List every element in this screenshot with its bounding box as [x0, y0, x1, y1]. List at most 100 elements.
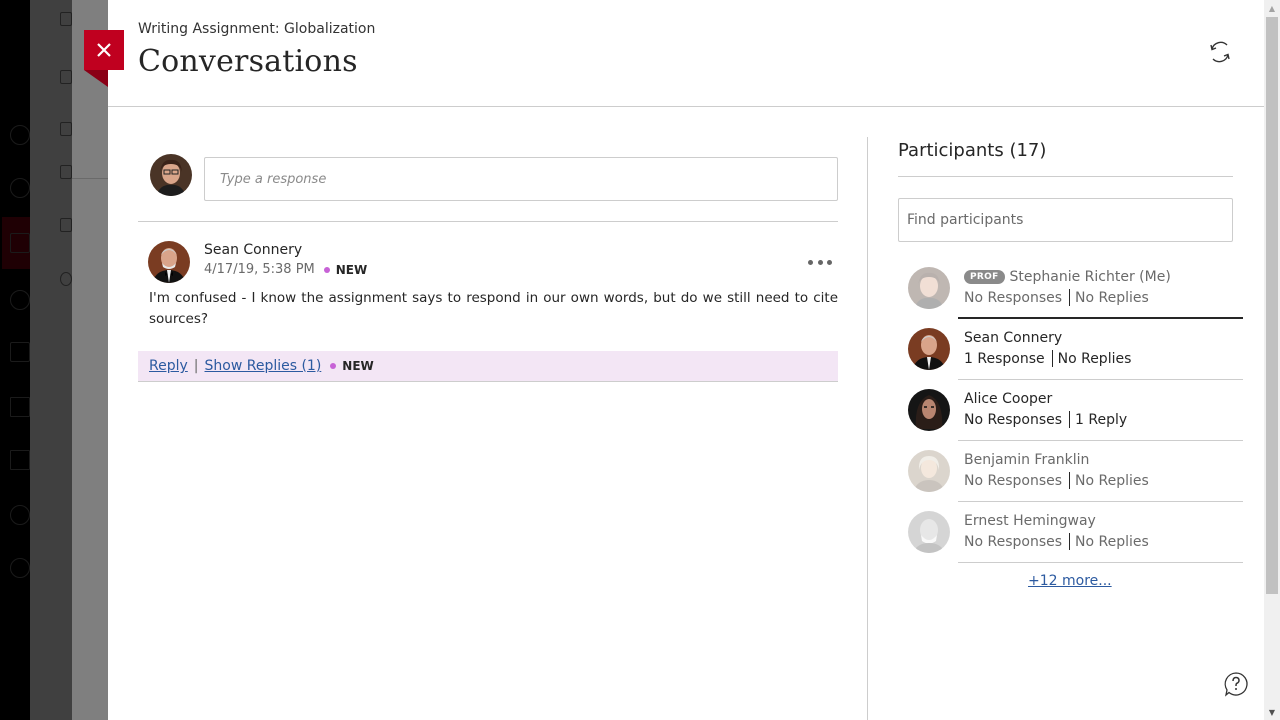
action-separator: |	[193, 358, 199, 374]
page-title: Conversations	[138, 44, 358, 79]
participant-name: Alice Cooper	[964, 391, 1053, 407]
print-icon	[60, 218, 72, 232]
more-participants-link[interactable]: +12 more...	[1028, 573, 1112, 589]
calendar-icon	[10, 342, 30, 362]
help-icon	[1224, 672, 1248, 697]
background-content	[72, 0, 108, 720]
participant-stats: 1 Response No Replies	[964, 350, 1131, 367]
participants-divider	[898, 176, 1233, 177]
participants-heading: Participants (17)	[898, 140, 1047, 161]
assignment-title: Writing Assignment: Globalization	[138, 21, 376, 37]
participants-list: PROF Stephanie Richter (Me) No Responses…	[906, 258, 1243, 563]
response-input[interactable]	[204, 157, 838, 201]
participant-name-row: Sean Connery	[964, 330, 1062, 346]
participant-avatar	[908, 389, 950, 431]
help-button[interactable]	[1223, 671, 1249, 697]
prof-badge: PROF	[964, 270, 1005, 284]
globe-icon	[10, 178, 30, 198]
participant-item[interactable]: PROF Stephanie Richter (Me) No Responses…	[906, 258, 1243, 319]
participant-replies: No Replies	[1075, 289, 1149, 306]
gradebook-icon	[60, 70, 72, 84]
participant-name: Benjamin Franklin	[964, 452, 1090, 468]
my-avatar	[150, 154, 192, 196]
composer-divider	[138, 221, 838, 222]
stats-separator	[1051, 350, 1053, 367]
discussion-icon	[60, 122, 72, 136]
scroll-up-arrow-icon[interactable]: ▲	[1264, 0, 1280, 16]
participant-responses: No Responses	[964, 289, 1063, 306]
avatar-image	[148, 241, 190, 283]
stats-separator	[1069, 289, 1071, 306]
scroll-down-arrow-icon[interactable]: ▼	[1264, 704, 1280, 720]
participant-replies: 1 Reply	[1075, 411, 1128, 428]
column-divider	[867, 137, 868, 720]
participant-replies: No Replies	[1075, 533, 1149, 550]
post-author-name: Sean Connery	[204, 242, 303, 258]
messages-icon	[10, 397, 30, 417]
avatar-image	[908, 267, 950, 309]
new-dot-icon	[323, 266, 330, 273]
participant-divider	[958, 562, 1243, 563]
participant-replies: No Replies	[1075, 472, 1149, 489]
avatar-image	[908, 389, 950, 431]
grades-icon	[10, 450, 30, 470]
participant-stats: No Responses No Replies	[964, 472, 1149, 489]
new-badge: NEW	[335, 262, 368, 277]
participant-item[interactable]: Alice Cooper No Responses 1 Reply	[906, 380, 1243, 441]
background-nav-rail	[0, 0, 30, 720]
participant-responses: No Responses	[964, 472, 1063, 489]
find-participants-input[interactable]	[898, 198, 1233, 242]
avatar-image	[908, 450, 950, 492]
refresh-button[interactable]	[1206, 38, 1234, 66]
participant-item[interactable]: Sean Connery 1 Response No Replies	[906, 319, 1243, 380]
new-dot-icon	[330, 363, 337, 369]
participant-avatar	[908, 511, 950, 553]
participant-stats: No Responses No Replies	[964, 533, 1149, 550]
eye-icon	[60, 272, 72, 286]
participant-name: Sean Connery	[964, 330, 1063, 346]
stats-separator	[1069, 472, 1071, 489]
close-button-fold	[84, 70, 108, 87]
close-icon	[97, 43, 111, 57]
stats-separator	[1069, 411, 1071, 428]
sign-out-icon	[10, 558, 30, 578]
participant-responses: No Responses	[964, 533, 1063, 550]
participant-name-row: PROF Stephanie Richter (Me)	[964, 269, 1171, 285]
participant-responses: 1 Response	[964, 350, 1045, 367]
participant-stats: No Responses No Replies	[964, 289, 1149, 306]
panel-header: Writing Assignment: Globalization Conver…	[108, 0, 1264, 107]
participant-item[interactable]: Benjamin Franklin No Responses No Replie…	[906, 441, 1243, 502]
participant-avatar	[908, 328, 950, 370]
show-replies-link[interactable]: Show Replies (1)	[205, 358, 322, 374]
post-timestamp: 4/17/19, 5:38 PM	[204, 262, 315, 277]
post-actions-bar: Reply | Show Replies (1) NEW	[138, 351, 838, 382]
post-meta: 4/17/19, 5:38 PM NEW	[204, 262, 367, 277]
avatar-image	[150, 154, 192, 196]
participant-stats: No Responses 1 Reply	[964, 411, 1127, 428]
stats-separator	[1069, 533, 1071, 550]
conversations-panel: Writing Assignment: Globalization Conver…	[108, 0, 1264, 720]
courses-icon	[10, 233, 30, 253]
close-button[interactable]	[84, 30, 124, 70]
participant-name-row: Benjamin Franklin	[964, 452, 1089, 468]
scrollbar-thumb[interactable]	[1266, 17, 1278, 594]
more-options-icon	[808, 259, 813, 265]
post-body: I'm confused - I know the assignment say…	[149, 290, 838, 327]
participant-name-row: Alice Cooper	[964, 391, 1052, 407]
new-replies-badge: NEW	[342, 359, 374, 373]
tools-icon	[10, 505, 30, 525]
expand-icon	[60, 12, 72, 26]
reply-link[interactable]: Reply	[149, 358, 188, 374]
participant-replies: No Replies	[1057, 350, 1132, 367]
post-author-avatar	[148, 241, 190, 283]
refresh-icon	[1210, 41, 1230, 63]
background-divider	[72, 178, 108, 179]
more-options-button[interactable]	[808, 252, 832, 272]
participant-avatar	[908, 450, 950, 492]
groups-icon	[10, 290, 30, 310]
avatar-image	[908, 328, 950, 370]
participant-name: Stephanie Richter (Me)	[1009, 269, 1171, 285]
participant-item[interactable]: Ernest Hemingway No Responses No Replies	[906, 502, 1243, 563]
wrench-icon	[60, 165, 72, 179]
participant-avatar	[908, 267, 950, 309]
